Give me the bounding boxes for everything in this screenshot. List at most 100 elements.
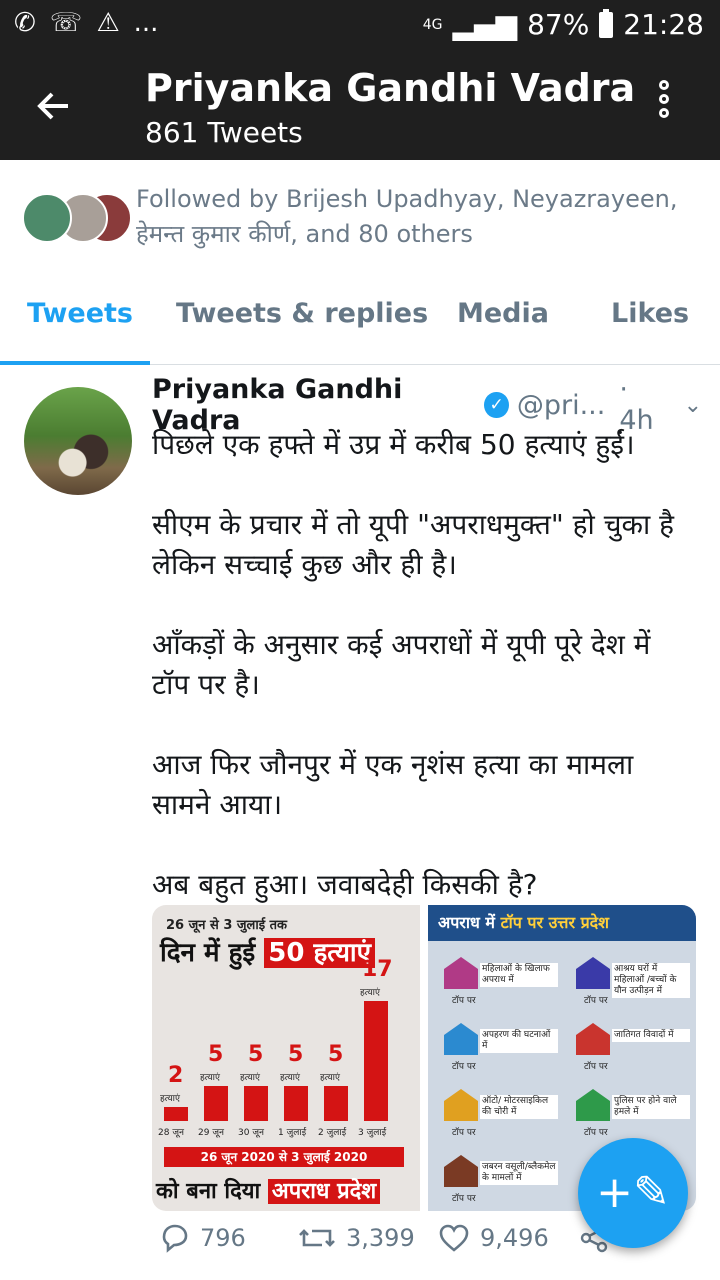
reply-icon <box>162 1224 188 1253</box>
bar-unit: हत्याएं <box>280 1073 300 1083</box>
tweet-count: 861 Tweets <box>145 116 303 149</box>
bar-date-label: 29 जून <box>198 1128 224 1138</box>
infographic-item: महिलाओं के खिलाफ अपराध में टॉप पर <box>436 953 558 1009</box>
retweet-count: 3,399 <box>346 1224 415 1252</box>
top-label: टॉप पर <box>452 1062 476 1072</box>
whatsapp-icon: ✆ <box>14 8 36 38</box>
battery-icon <box>599 8 614 38</box>
profile-tabs: Tweets Tweets & replies Media Likes <box>0 280 720 365</box>
followed-by[interactable]: Followed by Brijesh Upadhyay, Neyazrayee… <box>0 160 720 280</box>
chart-bar <box>164 1107 188 1121</box>
infographic-item-text: ऑटो/ मोटरसाइकिल की चोरी में <box>480 1095 558 1119</box>
top-label: टॉप पर <box>584 1128 608 1138</box>
infographic-item: अपहरण की घटनाओं में टॉप पर <box>436 1019 558 1075</box>
bar-unit: हत्याएं <box>360 988 380 998</box>
top-label: टॉप पर <box>584 996 608 1006</box>
more-notifications: ... <box>133 8 159 38</box>
image-headline: अपराध में टॉप पर उत्तर प्रदेश <box>428 905 696 941</box>
bar-date-label: 2 जुलाई <box>318 1128 347 1138</box>
follower-avatars <box>22 190 132 246</box>
house-icon <box>576 1023 610 1055</box>
tab-tweets[interactable]: Tweets <box>27 298 133 329</box>
avatar[interactable] <box>24 387 132 495</box>
profile-name: Priyanka Gandhi Vadra <box>145 66 636 110</box>
date-range: 26 जून 2020 से 3 जुलाई 2020 <box>164 1147 404 1167</box>
house-icon <box>444 957 478 989</box>
tweet-paragraph: आज फिर जौनपुर में एक नृशंस हत्या का मामल… <box>152 748 634 821</box>
image-footer: को बना दिया अपराध प्रदेश <box>156 1175 381 1205</box>
bar-value: 5 <box>208 1042 224 1067</box>
top-label: टॉप पर <box>584 1062 608 1072</box>
profile-header: Priyanka Gandhi Vadra 861 Tweets <box>0 50 720 160</box>
signal-icon: ▂▄▆ <box>452 8 518 41</box>
compose-tweet-button[interactable]: +✎ <box>578 1138 688 1248</box>
bar-unit: हत्याएं <box>160 1094 180 1104</box>
house-icon <box>444 1155 478 1187</box>
heart-icon <box>439 1224 469 1252</box>
retweet-button[interactable]: 3,399 <box>298 1223 415 1253</box>
house-icon <box>444 1089 478 1121</box>
bar-date-label: 1 जुलाई <box>278 1128 307 1138</box>
infographic-item-text: अपहरण की घटनाओं में <box>480 1029 558 1053</box>
bar-unit: हत्याएं <box>320 1073 340 1083</box>
like-count: 9,496 <box>480 1224 549 1252</box>
retweet-icon <box>299 1229 335 1247</box>
more-vert-icon[interactable] <box>658 80 678 136</box>
chart-bar <box>324 1086 348 1121</box>
top-label: टॉप पर <box>452 1194 476 1204</box>
bar-unit: हत्याएं <box>200 1073 220 1083</box>
clock: 21:28 <box>623 8 704 41</box>
network-type: 4G <box>422 16 443 33</box>
avatar <box>22 193 72 243</box>
tab-tweets-replies[interactable]: Tweets & replies <box>176 298 428 329</box>
media-image-murders-chart[interactable]: 26 जून से 3 जुलाई तक दिन में हुई 50 हत्य… <box>152 905 420 1211</box>
arrow-left-icon[interactable] <box>34 86 74 133</box>
chart-bar <box>204 1086 228 1121</box>
tweet-paragraph: पिछले एक हफ्ते में उप्र में करीब 50 हत्य… <box>152 428 635 461</box>
missed-call-icon: ☏ <box>49 8 83 38</box>
reply-button[interactable]: 796 <box>158 1223 246 1253</box>
chart-bar <box>364 1001 388 1121</box>
infographic-item: जबरन वसूली/ब्लैकमेल के मामलों में टॉप पर <box>436 1151 558 1207</box>
infographic-item-text: जातिगत विवादों में <box>612 1029 690 1042</box>
top-label: टॉप पर <box>452 996 476 1006</box>
status-bar: ✆ ☏ ⚠ ... 4G ▂▄▆ 87% 21:28 <box>0 0 720 50</box>
top-label: टॉप पर <box>452 1128 476 1138</box>
tweet-author-handle[interactable]: @pri... <box>517 390 606 421</box>
infographic-item-text: पुलिस पर होने वाले हमले में <box>612 1095 690 1119</box>
like-button[interactable]: 9,496 <box>438 1223 549 1253</box>
chart-bar <box>284 1086 308 1121</box>
bar-value: 5 <box>328 1042 344 1067</box>
house-icon <box>576 1089 610 1121</box>
reply-count: 796 <box>200 1224 246 1252</box>
battery-percent: 87% <box>527 8 590 41</box>
chevron-down-icon[interactable]: ⌄ <box>684 393 702 418</box>
infographic-item-text: जबरन वसूली/ब्लैकमेल के मामलों में <box>480 1161 558 1185</box>
bar-value: 2 <box>168 1063 184 1088</box>
image-tag: 26 जून से 3 जुलाई तक <box>166 918 288 933</box>
infographic-item-text: महिलाओं के खिलाफ अपराध में <box>480 963 558 987</box>
infographic-item: जातिगत विवादों में टॉप पर <box>568 1019 690 1075</box>
infographic-item-text: आश्रय घरों में महिलाओं /बच्चों के यौन उत… <box>612 963 690 998</box>
tweet-paragraph: आँकड़ों के अनुसार कई अपराधों में यूपी पू… <box>152 628 651 701</box>
bar-value: 17 <box>362 957 393 982</box>
house-icon <box>576 957 610 989</box>
followed-by-text: Followed by Brijesh Upadhyay, Neyazrayee… <box>136 185 678 248</box>
warning-icon: ⚠ <box>96 8 120 38</box>
image-headline: दिन में हुई 50 हत्याएं <box>160 933 376 969</box>
bar-value: 5 <box>288 1042 304 1067</box>
tweet-text: पिछले एक हफ्ते में उप्र में करीब 50 हत्य… <box>152 425 692 945</box>
bar-date-label: 28 जून <box>158 1128 184 1138</box>
bar-unit: हत्याएं <box>240 1073 260 1083</box>
tab-likes[interactable]: Likes <box>611 298 689 329</box>
tab-media[interactable]: Media <box>457 298 549 329</box>
bar-date-label: 30 जून <box>238 1128 264 1138</box>
tweet-header: Priyanka Gandhi Vadra ✓ @pri... · 4h ⌄ <box>152 374 702 436</box>
house-icon <box>444 1023 478 1055</box>
bar-date-label: 3 जुलाई <box>358 1128 387 1138</box>
chart-bar <box>244 1086 268 1121</box>
infographic-item: ऑटो/ मोटरसाइकिल की चोरी में टॉप पर <box>436 1085 558 1141</box>
verified-icon: ✓ <box>484 392 509 418</box>
infographic-item: आश्रय घरों में महिलाओं /बच्चों के यौन उत… <box>568 953 690 1009</box>
compose-tweet-icon: +✎ <box>596 1167 670 1218</box>
